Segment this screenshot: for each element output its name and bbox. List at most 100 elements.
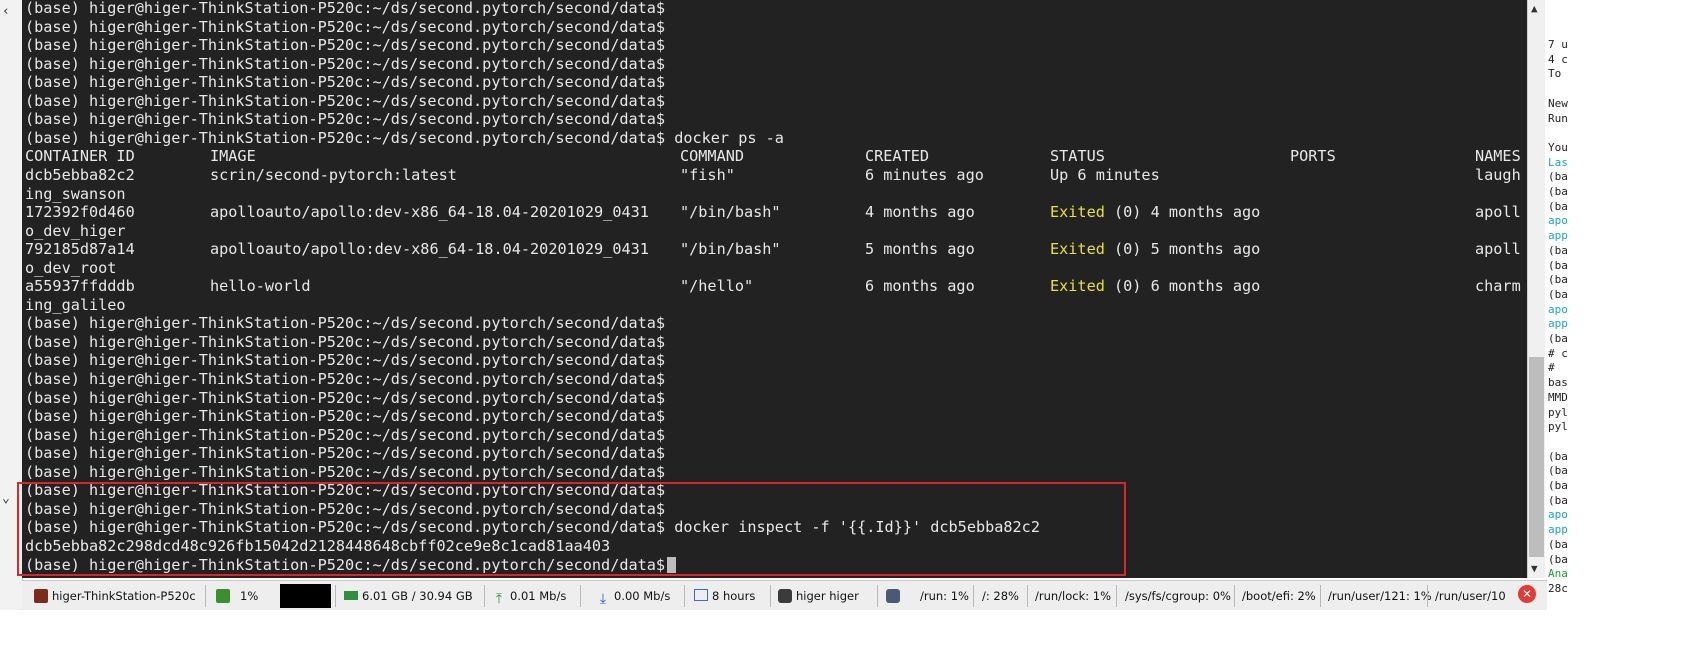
prompt-line: (base) higer@higer-ThinkStation-P520c:~/… [25,481,665,499]
terminal-app-icon [34,589,48,603]
container-name: apoll [1475,240,1521,259]
prompt-line: (base) higer@higer-ThinkStation-P520c:~/… [25,518,1040,536]
container-name-wrapped: ing_galileo [25,295,126,314]
chevron-left-icon[interactable]: ‹ [2,4,10,19]
container-status: Up 6 minutes [1050,166,1160,184]
cpu-usage: 1% [240,589,259,603]
disk-run[interactable]: /run: 1% [920,584,969,608]
background-terminal-line: (ba [1548,537,1568,551]
column-header: PORTS [1290,147,1336,166]
container-created: 4 months ago [865,203,975,222]
container-command: "/bin/bash" [680,240,781,259]
prompt-text: (base) higer@higer-ThinkStation-P520c:~/… [25,128,666,147]
disk-run-lock[interactable]: /run/lock: 1% [1035,584,1111,608]
container-name-wrap: ing_galileo [25,296,126,314]
background-terminal-line: bas [1548,376,1568,390]
memory-segment[interactable]: 6.01 GB / 30.94 GB [344,584,473,608]
disk-run-user-10[interactable]: /run/user/10 [1435,584,1521,608]
uptime-segment[interactable]: 8 hours [694,584,755,608]
background-terminal-line: apo [1548,214,1568,228]
prompt-line: (base) higer@higer-ThinkStation-P520c:~/… [25,407,665,425]
container-name-wrapped: o_dev_root [25,258,117,277]
disk-boot-efi[interactable]: /boot/efi: 2% [1242,584,1316,608]
user-icon [778,589,792,603]
scrollbar-thumb[interactable] [1529,357,1544,557]
prompt-text: (base) higer@higer-ThinkStation-P520c:~/… [25,110,666,129]
prompt-text: (base) higer@higer-ThinkStation-P520c:~/… [25,17,666,36]
memory-icon [344,591,358,600]
prompt-line: (base) higer@higer-ThinkStation-P520c:~/… [25,463,665,481]
user-name: higer higer [796,589,859,603]
cpu-chip-icon [216,589,230,603]
prompt-text: (base) higer@higer-ThinkStation-P520c:~/… [25,444,666,463]
disk-root[interactable]: /: 28% [982,584,1019,608]
container-created: 6 minutes ago [865,165,984,184]
window-bottom-margin [0,610,1697,660]
cpu-segment[interactable]: 1% [216,584,258,608]
user-segment[interactable]: higer higer [778,584,859,608]
container-name-wrapped: o_dev_higer [25,221,126,240]
prompt-line: (base) higer@higer-ThinkStation-P520c:~/… [25,55,665,73]
status-detail: (0) 4 months ago [1104,203,1261,222]
background-terminal-line: (ba [1548,449,1568,463]
background-terminal-line: (ba [1548,273,1568,287]
download-segment[interactable]: ⤓ 0.00 Mb/s [596,584,670,608]
disk-cgroup[interactable]: /sys/fs/cgroup: 0% [1125,584,1231,608]
command-text: docker inspect -f '{{.Id}}' dcb5ebba82c2 [674,518,1040,537]
prompt-text: (base) higer@higer-ThinkStation-P520c:~/… [25,407,666,426]
container-image: apolloauto/apollo:dev-x86_64-18.04-20201… [210,240,649,259]
prompt-line: (base) higer@higer-ThinkStation-P520c:~/… [25,36,665,54]
prompt-line: (base) higer@higer-ThinkStation-P520c:~/… [25,389,665,407]
disk-segment[interactable] [886,584,904,608]
background-terminal-line: 7 u [1548,38,1568,51]
container-created: 5 months ago [865,240,975,259]
container-command: "/hello" [680,277,754,296]
column-header: IMAGE [210,147,256,166]
prompt-text: (base) higer@higer-ThinkStation-P520c:~/… [25,314,666,333]
background-terminal-line: (ba [1548,493,1568,507]
upload-segment[interactable]: ⤒ 0.01 Mb/s [492,584,566,608]
prompt-line: (base) higer@higer-ThinkStation-P520c:~/… [25,0,665,17]
uptime: 8 hours [712,589,756,603]
chevron-down-icon[interactable]: ⌄ [2,491,10,506]
background-terminal-line: pyl [1548,405,1568,419]
scroll-up-icon[interactable]: ▲ [1531,2,1538,15]
disk-run-user-121[interactable]: /run/user/121: 1% [1328,584,1432,608]
close-icon[interactable]: ✕ [1518,585,1536,603]
prompt-text: (base) higer@higer-ThinkStation-P520c:~/… [25,36,666,55]
terminal-window[interactable]: (base) higer@higer-ThinkStation-P520c:~/… [22,0,1527,578]
prompt-text: (base) higer@higer-ThinkStation-P520c:~/… [25,91,666,110]
background-terminal-line: (ba [1548,170,1568,184]
prompt-line: (base) higer@higer-ThinkStation-P520c:~/… [25,426,665,444]
prompt-text: (base) higer@higer-ThinkStation-P520c:~/… [25,332,666,351]
container-command: "/bin/bash" [680,203,781,222]
terminal-scrollbar[interactable]: ▲ ▼ [1527,0,1546,578]
container-status: Exited (0) 6 months ago [1050,277,1260,295]
prompt-text: (base) higer@higer-ThinkStation-P520c:~/… [25,555,666,574]
prompt-text: (base) higer@higer-ThinkStation-P520c:~/… [25,462,666,481]
container-created: 6 months ago [865,277,975,296]
status-exited: Exited [1050,203,1105,222]
background-terminal-partial: 7 u4 c To New Run You Las (ba (ba (ba apo app (ba (b… [1545,0,1697,610]
scroll-down-icon[interactable]: ▼ [1531,562,1538,575]
background-terminal-line: You [1548,140,1568,154]
container-name-wrap: ing_swanson [25,185,126,203]
background-terminal-line: app [1548,523,1568,537]
container-command: "fish" [680,165,735,184]
container-name: apoll [1475,203,1521,222]
background-terminal-line: (ba [1548,243,1568,257]
status-detail: Up 6 minutes [1050,165,1160,184]
disk-icon [886,589,900,603]
background-terminal-line: 4 c [1548,52,1568,66]
container-image: hello-world [210,277,311,296]
prompt-line: (base) higer@higer-ThinkStation-P520c:~/… [25,555,677,574]
command-text: docker ps -a [674,128,784,147]
left-panel-strip: ‹ ⌄ [0,0,23,610]
column-header: NAMES [1475,147,1521,166]
host-segment[interactable]: higer-ThinkStation-P520c [34,584,196,608]
container-full-id: dcb5ebba82c298dcd48c926fb15042d212844864… [25,536,611,555]
background-terminal-line: Ana [1548,567,1568,581]
prompt-text: (base) higer@higer-ThinkStation-P520c:~/… [25,518,666,537]
